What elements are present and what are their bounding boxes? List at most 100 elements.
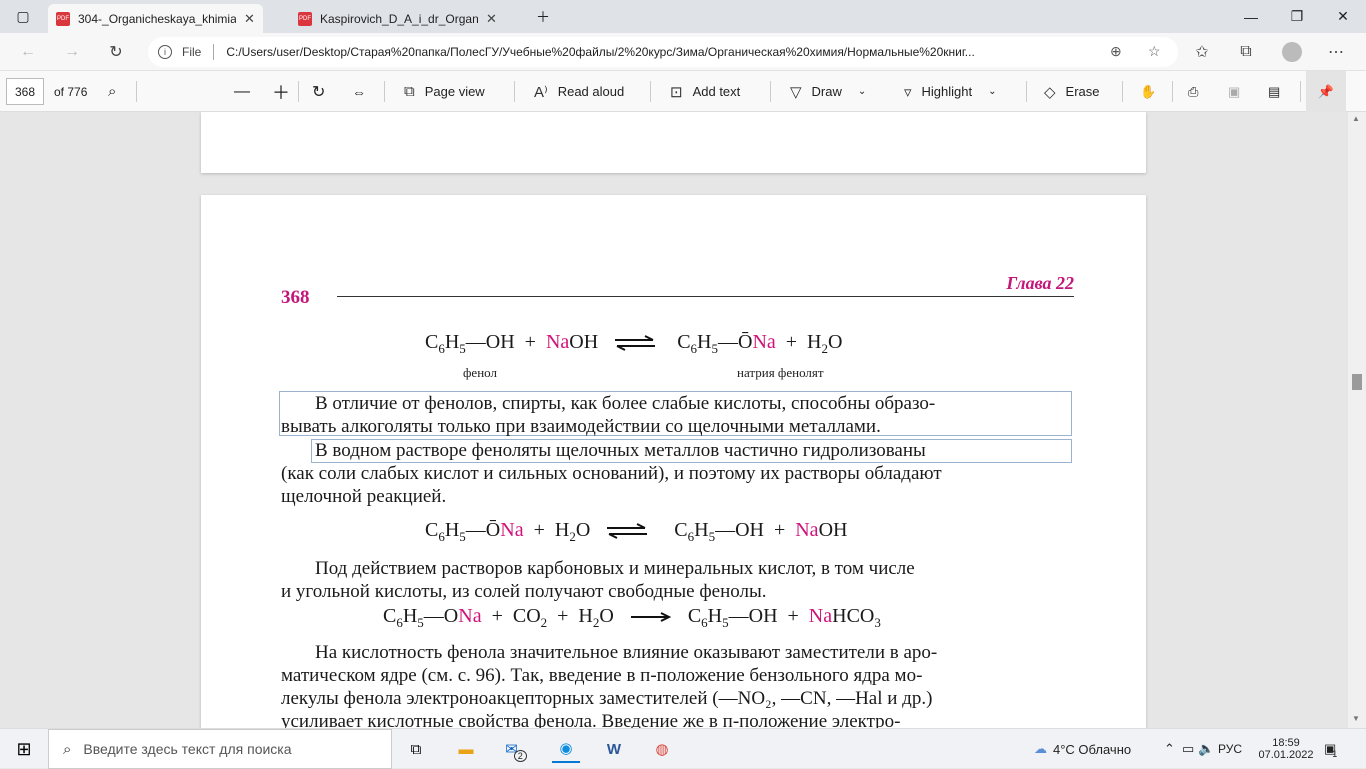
- collections-icon[interactable]: ⧉: [1232, 39, 1260, 65]
- new-tab-icon[interactable]: ＋: [520, 0, 566, 33]
- eraser-icon: ◇: [1044, 83, 1056, 101]
- close-icon[interactable]: ✕: [486, 11, 497, 27]
- divider: [1172, 81, 1173, 102]
- url-text: C:/Users/user/Desktop/Старая%20папка/Пол…: [226, 45, 975, 59]
- zoom-icon[interactable]: ⊕: [1110, 43, 1122, 60]
- add-text-icon: ⊡: [670, 83, 683, 101]
- scroll-up-icon[interactable]: ▲: [1352, 114, 1360, 123]
- favorites-icon[interactable]: ✩: [1188, 39, 1216, 65]
- add-text-button[interactable]: ⊡ Add text: [670, 71, 740, 112]
- paragraph-3: Под действием растворов карбоновых и мин…: [281, 557, 1074, 603]
- tab-actions-icon[interactable]: ▢: [0, 0, 46, 33]
- divider: [770, 81, 771, 102]
- back-icon[interactable]: ←: [14, 39, 42, 65]
- tray-chevron-icon[interactable]: ⌃: [1164, 729, 1175, 769]
- taskbar: ⊞ ⌕ Введите здесь текст для поиска ⧉ ▬ ✉…: [0, 728, 1366, 769]
- save-icon[interactable]: ▣: [1228, 71, 1240, 112]
- page-total: of 776: [54, 84, 88, 99]
- restore-icon[interactable]: ❐: [1274, 0, 1320, 33]
- draw-label: Draw: [811, 84, 842, 99]
- divider: [650, 81, 651, 102]
- profile-avatar[interactable]: [1278, 39, 1306, 65]
- equilibrium-arrow-icon: [615, 335, 656, 352]
- file-explorer-icon[interactable]: ▬: [452, 735, 480, 763]
- search-icon[interactable]: ⌕: [108, 71, 116, 112]
- equation-co2: C6H5—ONa + CO2 + H2O C6H5—OH + NaHCO3: [383, 605, 881, 630]
- text-line: На кислотность фенола значительное влиян…: [315, 642, 938, 663]
- add-favorite-icon[interactable]: ☆: [1148, 43, 1161, 60]
- zoom-in-icon[interactable]: ＋: [272, 71, 290, 112]
- highlight-button[interactable]: ▿ Highlight ⌄: [904, 71, 997, 112]
- chrome-icon[interactable]: ◍: [648, 735, 676, 763]
- notification-icon[interactable]: ▣ 1: [1324, 729, 1337, 769]
- save-as-icon[interactable]: ▤: [1268, 71, 1280, 112]
- minimize-icon[interactable]: —: [1228, 0, 1274, 33]
- text-line: матическом ядре (см. с. 96). Так, введен…: [281, 665, 923, 686]
- draw-button[interactable]: ▽ Draw ⌄: [790, 71, 866, 112]
- erase-button[interactable]: ◇ Erase: [1044, 71, 1100, 112]
- pdf-page-previous: [201, 112, 1146, 173]
- language-indicator[interactable]: РУС: [1218, 729, 1242, 769]
- text-line: Под действием растворов карбоновых и мин…: [315, 558, 915, 579]
- page-number: 368: [281, 287, 310, 308]
- pdf-viewer[interactable]: 368 Глава 22 C6H5—OH + NaOH C6H5—ŌNa + H…: [0, 112, 1348, 728]
- pin-toolbar-icon[interactable]: 📌: [1306, 71, 1346, 112]
- page-number-input[interactable]: 368: [6, 78, 44, 105]
- edge-icon[interactable]: ◉: [552, 735, 580, 763]
- tab-organicheskaya[interactable]: PDF 304-_Organicheskaya_khimia_Ch ✕: [48, 4, 263, 33]
- caption-phenolate: натрия фенолят: [737, 365, 824, 380]
- close-icon[interactable]: ✕: [244, 11, 255, 27]
- highlight-icon: ▿: [904, 83, 912, 101]
- search-icon: ⌕: [63, 740, 72, 758]
- arrow-right-icon: [630, 612, 672, 623]
- read-aloud-button[interactable]: A⁾ Read aloud: [534, 71, 624, 112]
- text-line: В отличие от фенолов, спирты, как более …: [315, 393, 936, 414]
- paragraph-2: В водном растворе феноляты щелочных мета…: [281, 439, 1074, 508]
- clock[interactable]: 18:59 07.01.2022: [1258, 729, 1314, 769]
- window-close-icon[interactable]: ✕: [1320, 0, 1366, 33]
- text-line: В водном растворе феноляты щелочных мета…: [315, 440, 926, 461]
- rotate-icon[interactable]: ↻: [312, 71, 325, 112]
- forward-icon[interactable]: →: [58, 39, 86, 65]
- page-view-button[interactable]: ⧉ Page view: [404, 71, 485, 112]
- touch-write-icon[interactable]: ✋: [1140, 71, 1156, 112]
- search-input[interactable]: ⌕ Введите здесь текст для поиска: [48, 729, 392, 769]
- scrollbar-thumb[interactable]: [1352, 374, 1362, 390]
- page-view-icon: ⧉: [404, 83, 415, 100]
- fit-page-icon[interactable]: ⇔: [352, 71, 366, 112]
- text-line: лекулы фенола электроноакцепторных замес…: [281, 688, 933, 709]
- equilibrium-arrow-icon: [607, 523, 648, 540]
- text-line: и угольной кислоты, из солей получают св…: [281, 581, 767, 602]
- chapter-title: Глава 22: [1006, 273, 1074, 293]
- word-icon[interactable]: W: [600, 735, 628, 763]
- divider: [1300, 81, 1301, 102]
- tab-bar: ▢ PDF 304-_Organicheskaya_khimia_Ch ✕ PD…: [0, 0, 1366, 33]
- volume-icon[interactable]: 🔈: [1198, 729, 1214, 769]
- divider: [1026, 81, 1027, 102]
- caption-phenol: фенол: [463, 365, 497, 380]
- divider: [1122, 81, 1123, 102]
- scroll-down-icon[interactable]: ▼: [1352, 714, 1360, 723]
- highlight-label: Highlight: [921, 84, 973, 99]
- weather-widget[interactable]: ☁ 4°C Облачно: [1034, 729, 1131, 769]
- mail-icon[interactable]: ✉ 2: [502, 735, 530, 763]
- tab-kaspirovich[interactable]: PDF Kaspirovich_D_A_i_dr_Organiche ✕: [290, 4, 505, 33]
- windows-start-icon[interactable]: ⊞: [10, 735, 38, 763]
- erase-label: Erase: [1065, 84, 1100, 99]
- url-field[interactable]: i File C:/Users/user/Desktop/Старая%20па…: [148, 37, 1178, 67]
- print-icon[interactable]: ⎙: [1188, 71, 1198, 112]
- read-aloud-icon: A⁾: [534, 83, 548, 101]
- mail-badge: 2: [513, 750, 527, 762]
- refresh-icon[interactable]: ↻: [102, 39, 130, 65]
- more-icon[interactable]: ⋯: [1322, 39, 1350, 65]
- task-view-icon[interactable]: ⧉: [402, 735, 430, 763]
- zoom-out-icon[interactable]: —: [234, 71, 250, 112]
- pdf-page: 368 Глава 22 C6H5—OH + NaOH C6H5—ŌNa + H…: [201, 195, 1146, 728]
- time: 18:59: [1272, 737, 1300, 749]
- chevron-down-icon[interactable]: ⌄: [858, 86, 866, 97]
- network-icon[interactable]: ▭: [1182, 729, 1194, 769]
- info-icon[interactable]: i: [158, 45, 172, 59]
- chevron-down-icon[interactable]: ⌄: [988, 86, 996, 97]
- tab-title: Kaspirovich_D_A_i_dr_Organiche: [320, 11, 478, 26]
- vertical-scrollbar[interactable]: ▲ ▼: [1348, 112, 1366, 728]
